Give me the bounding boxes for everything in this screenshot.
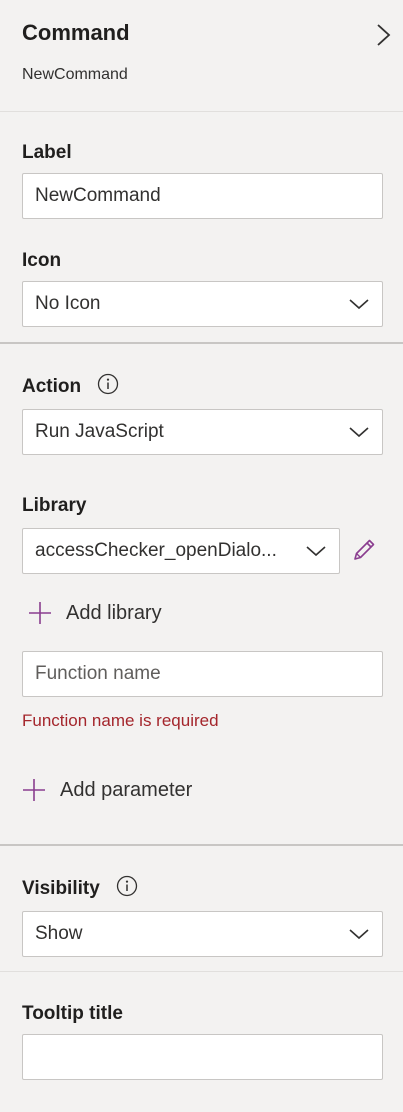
action-dropdown[interactable]: Run JavaScript	[22, 409, 383, 455]
info-icon[interactable]	[97, 373, 119, 395]
tooltip-title-input[interactable]	[22, 1034, 383, 1080]
action-dropdown-value: Run JavaScript	[35, 421, 164, 442]
library-dropdown-value: accessChecker_openDialo...	[35, 540, 277, 561]
add-parameter-label: Add parameter	[60, 778, 193, 801]
add-parameter-button[interactable]: Add parameter	[22, 778, 192, 802]
section-divider	[0, 844, 403, 846]
library-heading: Library	[22, 495, 87, 516]
function-name-placeholder: Function name	[35, 663, 161, 684]
icon-dropdown-value: No Icon	[35, 293, 101, 314]
label-heading: Label	[22, 142, 72, 163]
function-name-input[interactable]: Function name	[22, 651, 383, 697]
plus-icon	[29, 602, 51, 624]
chevron-down-icon	[349, 427, 369, 438]
chevron-down-icon	[349, 929, 369, 940]
panel-title: Command	[22, 20, 130, 45]
label-input[interactable]: NewCommand	[22, 173, 383, 219]
library-dropdown[interactable]: accessChecker_openDialo...	[22, 528, 340, 574]
visibility-heading: Visibility	[22, 878, 100, 899]
section-divider	[0, 342, 403, 344]
info-icon[interactable]	[116, 875, 138, 897]
plus-icon	[23, 779, 45, 801]
section-divider	[0, 971, 403, 972]
panel-subtitle: NewCommand	[22, 66, 128, 83]
label-input-value: NewCommand	[35, 185, 161, 206]
add-library-label: Add library	[66, 601, 162, 624]
visibility-dropdown[interactable]: Show	[22, 911, 383, 957]
icon-dropdown[interactable]: No Icon	[22, 281, 383, 327]
header-divider	[0, 111, 403, 112]
edit-pencil-icon[interactable]	[350, 536, 378, 564]
chevron-right-icon[interactable]	[372, 22, 394, 48]
icon-heading: Icon	[22, 250, 62, 271]
chevron-down-icon	[306, 546, 326, 557]
action-heading: Action	[22, 376, 82, 397]
function-name-error: Function name is required	[22, 711, 219, 730]
visibility-dropdown-value: Show	[35, 923, 83, 944]
chevron-down-icon	[349, 299, 369, 310]
tooltip-title-heading: Tooltip title	[22, 1003, 123, 1024]
add-library-button[interactable]: Add library	[28, 601, 162, 625]
